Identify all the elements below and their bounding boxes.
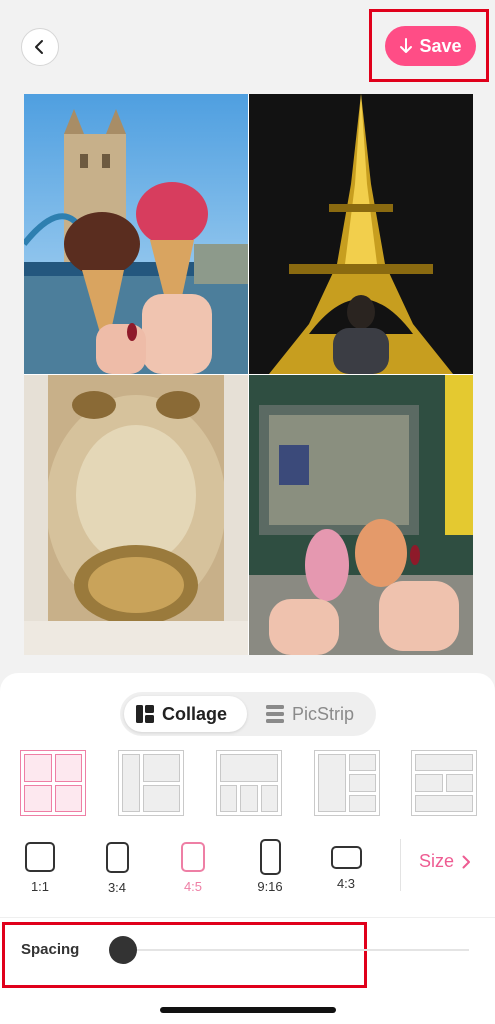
size-button[interactable]: Size	[419, 851, 471, 872]
ratio-4-3-label: 4:3	[336, 876, 356, 891]
back-button[interactable]	[21, 28, 59, 66]
ratio-1-1-label: 1:1	[30, 879, 50, 894]
ratio-4-5-icon	[181, 842, 205, 872]
layout-option-3[interactable]	[216, 750, 282, 816]
mode-switch: Collage PicStrip	[120, 692, 376, 736]
layout-option-4[interactable]	[314, 750, 380, 816]
photo-versailles[interactable]	[24, 375, 248, 655]
ratio-4-5[interactable]: 4:5	[163, 839, 223, 894]
tab-picstrip[interactable]: PicStrip	[254, 696, 372, 732]
tab-collage-label: Collage	[162, 703, 228, 724]
top-bar: Save	[0, 0, 495, 90]
tab-picstrip-label: PicStrip	[292, 703, 355, 724]
ratio-3-4[interactable]: 3:4	[87, 839, 147, 895]
photo-macarons[interactable]	[249, 375, 473, 655]
layout-option-grid-2x2[interactable]	[20, 750, 86, 816]
ratio-9-16-icon	[259, 839, 281, 875]
ratio-9-16-label: 9:16	[257, 879, 283, 894]
photo-london[interactable]	[24, 94, 248, 374]
chevron-right-icon	[462, 855, 471, 868]
divider	[0, 917, 495, 918]
save-button[interactable]: Save	[385, 26, 476, 66]
layout-options	[20, 750, 480, 818]
spacing-slider-thumb[interactable]	[109, 936, 137, 964]
ratio-divider	[400, 839, 401, 891]
ratio-3-4-label: 3:4	[107, 880, 127, 895]
arrow-down-icon	[400, 38, 413, 53]
spacing-label: Spacing	[21, 941, 80, 958]
collage-grid[interactable]	[24, 94, 473, 655]
grid-icon	[136, 705, 154, 723]
size-label: Size	[419, 851, 455, 871]
save-label: Save	[419, 35, 462, 56]
layout-option-2[interactable]	[118, 750, 184, 816]
tab-collage[interactable]: Collage	[124, 696, 247, 732]
chevron-left-icon	[35, 40, 43, 54]
strip-icon	[266, 705, 284, 723]
bottom-panel: Collage PicStrip 1:1 3:4 4:5 9:16 4:3 Si…	[0, 673, 495, 1024]
ratio-1-1[interactable]: 1:1	[10, 839, 70, 894]
ratio-1-1-icon	[25, 842, 55, 872]
layout-option-5[interactable]	[411, 750, 477, 816]
ratio-9-16[interactable]: 9:16	[240, 839, 300, 894]
home-indicator	[160, 1007, 336, 1013]
ratio-4-5-label: 4:5	[183, 879, 203, 894]
ratio-4-3-icon	[330, 846, 362, 869]
ratio-4-3[interactable]: 4:3	[316, 839, 376, 891]
ratio-3-4-icon	[105, 842, 129, 873]
photo-paris[interactable]	[249, 94, 473, 374]
spacing-slider-track[interactable]	[122, 949, 469, 951]
aspect-ratio-options: 1:1 3:4 4:5 9:16 4:3 Size	[0, 839, 495, 899]
